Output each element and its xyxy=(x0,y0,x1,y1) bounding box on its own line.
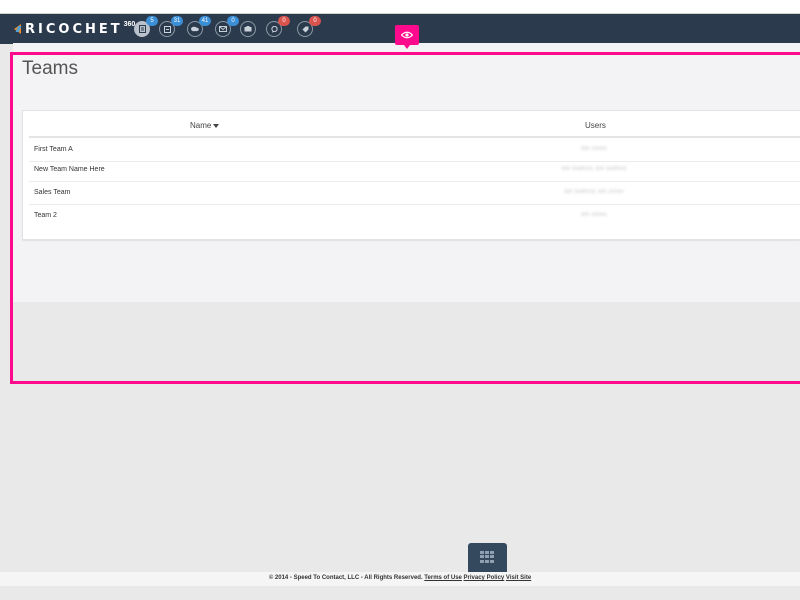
brand-name: RICOCHET xyxy=(25,21,123,37)
copyright-text: © 2014 - Speed To Contact, LLC - All Rig… xyxy=(268,575,423,581)
apps-drawer-tab[interactable] xyxy=(468,543,507,573)
tag-badge: 0 xyxy=(309,16,321,26)
chat-icon[interactable]: 41 xyxy=(187,16,211,37)
terms-link[interactable]: Terms of Use xyxy=(424,575,462,581)
page-footer: © 2014 - Speed To Contact, LLC - All Rig… xyxy=(0,572,800,586)
list-badge: 31 xyxy=(171,16,183,26)
chat-badge: 41 xyxy=(199,16,211,26)
privacy-link[interactable]: Privacy Policy xyxy=(464,575,505,581)
document-badge: 5 xyxy=(146,16,158,26)
eye-toggle-button[interactable] xyxy=(395,25,419,49)
ricochet-logo-icon xyxy=(12,23,22,35)
visit-site-link[interactable]: Visit Site xyxy=(506,575,531,581)
comment-badge: 0 xyxy=(278,16,290,26)
eye-icon xyxy=(401,31,413,39)
brand-logo[interactable]: RICOCHET 360 xyxy=(12,21,135,37)
inbox-icon[interactable] xyxy=(240,21,256,37)
mail-badge: 0 xyxy=(227,16,239,26)
list-icon[interactable]: 31 xyxy=(159,16,183,37)
grid-icon xyxy=(480,551,495,563)
document-icon[interactable]: 5 xyxy=(134,16,158,37)
highlight-overlay xyxy=(10,52,800,384)
comment-icon[interactable]: 0 xyxy=(266,16,290,37)
tag-icon[interactable]: 0 xyxy=(297,16,321,37)
mail-icon[interactable]: 0 xyxy=(215,16,239,37)
